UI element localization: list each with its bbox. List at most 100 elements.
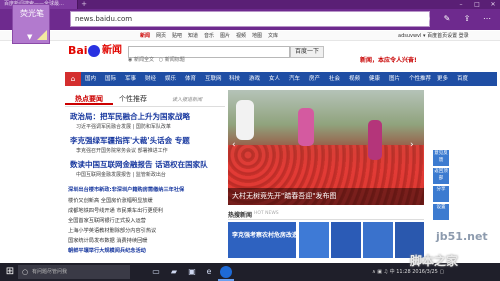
radio-title-label[interactable]: 新闻标题	[165, 57, 185, 63]
hub-icon[interactable]: ≡	[422, 12, 432, 26]
headline-2[interactable]: 李克强绿军疆指挥'大裁'头话会 专题	[70, 135, 190, 146]
tab-hot-news[interactable]: 热点要闻	[65, 93, 113, 105]
minimize-button[interactable]: –	[456, 0, 466, 9]
headline-1[interactable]: 政治局：把军民融合上升为国家战略	[70, 111, 190, 122]
photo-next-icon[interactable]: ›	[410, 140, 414, 150]
topnav-item-images[interactable]: 图片	[220, 31, 230, 41]
favorites-icon[interactable]: ☆	[402, 12, 412, 26]
feedback-button[interactable]: 意见反馈	[433, 150, 449, 166]
search-button[interactable]: 百度一下	[290, 46, 324, 58]
category-women[interactable]: 女人	[269, 72, 280, 86]
paw-icon	[88, 45, 100, 57]
share-icon[interactable]: ⇪	[462, 12, 472, 26]
list-item[interactable]: 成都地铁四号线开通 市民乘车出行更便利	[68, 207, 163, 214]
list-item[interactable]: 朝鲜平壤举行大规模阅兵纪念活动	[68, 247, 146, 254]
list-item[interactable]: 楼价又创新高 全国房价涨幅明显放缓	[68, 197, 153, 204]
address-bar[interactable]: news.baidu.com	[70, 11, 430, 27]
feedback-label: 意见反馈	[434, 151, 448, 163]
maximize-button[interactable]: □	[472, 0, 482, 9]
headline-3[interactable]: 数读中国互联网金融报告 话语权在国家队	[70, 159, 208, 170]
task-view-icon[interactable]: ▭	[150, 266, 162, 278]
category-personal[interactable]: 个性推荐	[409, 72, 431, 86]
ie-icon[interactable]: e	[203, 266, 215, 278]
topnav-item-news[interactable]: 新闻	[140, 31, 150, 41]
headline-3-sub[interactable]: 中国互联网金融发展报告 | 监管新政出台	[76, 171, 166, 178]
person-figure	[368, 120, 382, 160]
highlighter-label: 荧光笔	[20, 9, 44, 18]
hot-search-title-en: HOT NEWS	[254, 211, 279, 216]
category-internet[interactable]: 互联网	[205, 72, 222, 86]
watermark-url: jb51.net	[436, 230, 488, 243]
hot-tile-title: 李克强考察农村危房改造	[232, 232, 299, 239]
category-realestate[interactable]: 房产	[309, 72, 320, 86]
tab-recommend[interactable]: 个性推荐	[113, 93, 153, 105]
baidu-news-logo[interactable]: Bai 新闻	[68, 42, 126, 60]
category-international[interactable]: 国际	[105, 72, 116, 86]
category-sports[interactable]: 体育	[185, 72, 196, 86]
category-domestic[interactable]: 国内	[85, 72, 96, 86]
home-category[interactable]: ⌂	[65, 72, 81, 86]
list-item[interactable]: 国家统计局发布数据 消费持续回暖	[68, 237, 147, 244]
home-icon: ⌂	[70, 75, 76, 83]
category-video[interactable]: 视频	[349, 72, 360, 86]
topnav-item-map[interactable]: 地图	[252, 31, 262, 41]
topnav-item-tieba[interactable]: 贴吧	[172, 31, 182, 41]
topnav-item-music[interactable]: 音乐	[204, 31, 214, 41]
logo-text-bai: Bai	[68, 44, 88, 57]
list-item[interactable]: 全国首家互联网银行正式投入运营	[68, 217, 146, 224]
radio-title-icon[interactable]: ○	[159, 57, 163, 63]
category-society[interactable]: 社会	[329, 72, 340, 86]
close-button[interactable]: ✕	[488, 0, 498, 9]
category-entertainment[interactable]: 娱乐	[165, 72, 176, 86]
new-tab-icon[interactable]: +	[80, 1, 88, 8]
category-health[interactable]: 健康	[369, 72, 380, 86]
window-controls: – □ ✕	[456, 0, 498, 9]
photo-prev-icon[interactable]: ‹	[232, 140, 236, 150]
reading-view-icon[interactable]: ▤	[382, 12, 392, 26]
topnav-item-wenku[interactable]: 文库	[268, 31, 278, 41]
headline-1-sub[interactable]: 习近平强调军民融合发展 | 国防和军队改革	[76, 123, 171, 130]
back-to-top-label: 返回顶部	[434, 169, 448, 181]
category-more[interactable]: 更多	[437, 72, 448, 86]
category-games[interactable]: 游戏	[249, 72, 260, 86]
back-to-top-button[interactable]: 返回顶部	[433, 168, 449, 184]
list-item[interactable]: 上海小学英语教材删除部分内容引热议	[68, 227, 156, 234]
hot-tile[interactable]	[363, 222, 393, 258]
more-icon[interactable]: ⋯	[482, 12, 492, 26]
cortana-search-box[interactable]: ○ 有问题尽管问我	[18, 265, 130, 279]
web-note-icon[interactable]: ✎	[442, 12, 452, 26]
category-tech[interactable]: 科技	[229, 72, 240, 86]
file-explorer-icon[interactable]: ▰	[168, 266, 180, 278]
list-item[interactable]: 深圳出台楼市新政:非深圳户籍购房需缴纳三年社保	[68, 186, 184, 193]
category-military[interactable]: 军事	[125, 72, 136, 86]
radio-news-icon[interactable]: ◉	[128, 57, 132, 63]
hot-tile[interactable]	[299, 222, 329, 258]
category-auto[interactable]: 汽车	[289, 72, 300, 86]
edge-browser-icon[interactable]	[220, 266, 232, 278]
topnav-item-zhidao[interactable]: 知道	[188, 31, 198, 41]
headline-2-sub[interactable]: 李克强召开国务院常务会议 部署推进工作	[76, 147, 168, 154]
divider	[65, 106, 225, 107]
store-icon[interactable]: ▣	[186, 266, 198, 278]
person-figure	[236, 100, 254, 140]
topnav-item-web[interactable]: 网页	[156, 31, 166, 41]
highlighter-tooltip: 荧光笔 ▼	[12, 4, 50, 44]
radio-news-label[interactable]: 新闻全文	[134, 57, 154, 63]
topnav-item-video[interactable]: 视频	[236, 31, 246, 41]
hot-tile[interactable]: 李克强考察农村危房改造	[228, 222, 299, 258]
windows-start-icon[interactable]: ⊞	[4, 266, 16, 278]
hot-slogan: 读入报道新闻	[172, 97, 203, 103]
hot-tile[interactable]	[331, 222, 361, 258]
address-text: news.baidu.com	[75, 15, 133, 23]
category-finance[interactable]: 财经	[145, 72, 156, 86]
browser-toolbar: ▤ ☆ ≡ ✎ ⇪ ⋯	[382, 12, 492, 26]
photo-caption[interactable]: 大村无树竞先开"踏春吾迎"发布图	[232, 188, 336, 205]
hot-search-title: 热搜新闻	[228, 212, 253, 219]
category-pictures[interactable]: 图片	[389, 72, 400, 86]
share-button[interactable]: 分享	[433, 186, 449, 202]
search-scope: ◉ 新闻全文 ○ 新闻标题	[128, 56, 185, 63]
category-baidu[interactable]: 百度	[457, 72, 468, 86]
category-nav: ⌂ 国内 国际 军事 财经 娱乐 体育 互联网 科技 游戏 女人 汽车 房产 社…	[65, 72, 497, 86]
account-links[interactable]: adsuvwvl ▾ 百度首页设置 登录	[398, 32, 469, 39]
settings-button[interactable]: 设置	[433, 204, 449, 220]
